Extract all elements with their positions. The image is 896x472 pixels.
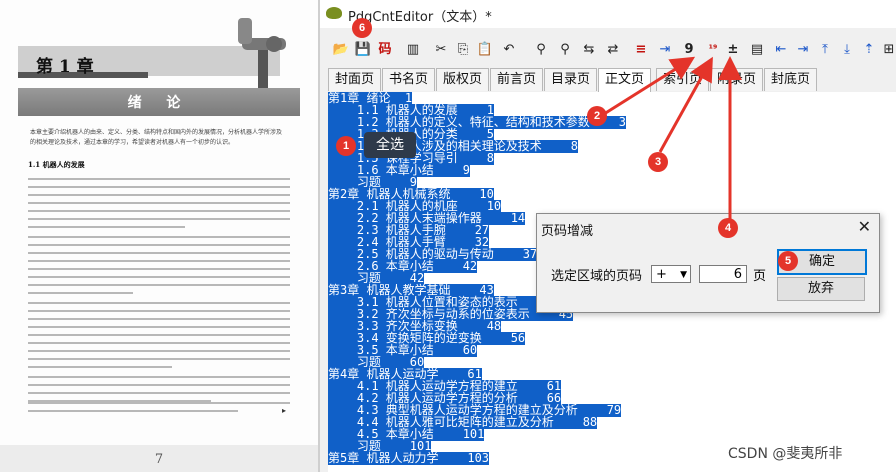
step-badge-6: 6 [352,18,372,38]
step-badge-3: 3 [648,152,668,172]
annotation-arrows [603,56,742,220]
step-badge-1: 1 [336,136,356,156]
arrow-to-renumber [603,56,696,116]
step-badge-5: 5 [778,251,798,271]
step-badge-2: 2 [587,106,607,126]
step-badge-4: 4 [718,218,738,238]
watermark: CSDN @斐夷所非 [728,446,843,462]
